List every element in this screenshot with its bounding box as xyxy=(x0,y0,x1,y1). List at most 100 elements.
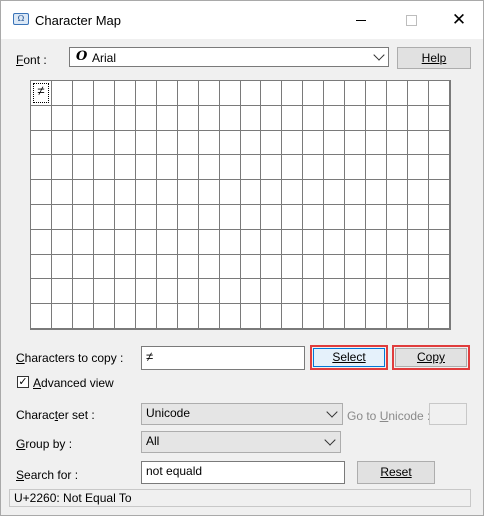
character-cell[interactable] xyxy=(72,130,94,156)
character-cell[interactable] xyxy=(261,180,283,205)
character-cell[interactable] xyxy=(219,254,241,280)
character-cell[interactable] xyxy=(345,304,367,329)
character-cell[interactable] xyxy=(303,204,325,230)
character-cell[interactable] xyxy=(114,130,136,156)
character-cell[interactable] xyxy=(429,254,450,280)
character-cell[interactable] xyxy=(345,229,367,255)
character-cell[interactable] xyxy=(324,180,346,205)
character-cell[interactable] xyxy=(93,130,115,156)
character-cell[interactable] xyxy=(135,180,157,205)
character-cell[interactable] xyxy=(198,254,220,280)
character-cell[interactable] xyxy=(156,254,178,280)
character-cell[interactable] xyxy=(198,105,220,131)
character-cell[interactable] xyxy=(135,279,157,305)
character-cell[interactable] xyxy=(240,105,262,131)
character-cell[interactable] xyxy=(345,130,367,156)
character-cell[interactable] xyxy=(177,105,199,131)
character-cell[interactable] xyxy=(303,304,325,329)
character-cell[interactable] xyxy=(156,81,178,106)
character-cell[interactable] xyxy=(72,304,94,329)
character-cell[interactable] xyxy=(324,204,346,230)
character-cell[interactable] xyxy=(303,229,325,255)
character-cell[interactable] xyxy=(282,105,304,131)
character-cell[interactable] xyxy=(51,105,73,131)
character-cell[interactable] xyxy=(114,180,136,205)
character-cell[interactable] xyxy=(240,130,262,156)
maximize-icon[interactable] xyxy=(401,11,421,29)
character-cell[interactable] xyxy=(366,105,388,131)
character-cell[interactable] xyxy=(135,304,157,329)
character-cell[interactable] xyxy=(366,130,388,156)
character-cell[interactable] xyxy=(72,180,94,205)
character-cell[interactable] xyxy=(51,130,73,156)
character-cell[interactable] xyxy=(261,304,283,329)
character-cell[interactable] xyxy=(282,304,304,329)
character-cell[interactable] xyxy=(31,304,52,329)
character-cell[interactable] xyxy=(93,180,115,205)
character-cell[interactable] xyxy=(114,304,136,329)
character-cell[interactable] xyxy=(240,229,262,255)
character-cell[interactable] xyxy=(198,180,220,205)
character-cell[interactable] xyxy=(219,105,241,131)
character-cell[interactable] xyxy=(387,130,409,156)
character-cell[interactable] xyxy=(366,279,388,305)
go-to-unicode-input[interactable] xyxy=(429,403,467,425)
character-cell[interactable] xyxy=(387,180,409,205)
character-cell[interactable] xyxy=(114,105,136,131)
character-cell[interactable] xyxy=(31,279,52,305)
character-cell[interactable] xyxy=(177,130,199,156)
character-cell[interactable] xyxy=(408,279,430,305)
character-cell[interactable] xyxy=(51,229,73,255)
character-set-dropdown[interactable]: Unicode xyxy=(141,403,343,425)
select-button[interactable]: Select xyxy=(313,348,385,367)
character-cell[interactable] xyxy=(198,155,220,181)
character-cell[interactable] xyxy=(324,279,346,305)
minimize-icon[interactable] xyxy=(351,11,371,29)
character-cell[interactable] xyxy=(72,229,94,255)
character-cell[interactable] xyxy=(387,279,409,305)
character-cell[interactable] xyxy=(31,105,52,131)
character-cell[interactable] xyxy=(51,204,73,230)
character-cell[interactable] xyxy=(282,180,304,205)
character-cell[interactable] xyxy=(240,254,262,280)
character-cell[interactable] xyxy=(387,155,409,181)
character-cell[interactable] xyxy=(387,254,409,280)
character-cell[interactable] xyxy=(429,180,450,205)
character-cell[interactable] xyxy=(93,279,115,305)
character-cell[interactable] xyxy=(345,105,367,131)
character-cell[interactable] xyxy=(408,204,430,230)
character-cell[interactable] xyxy=(282,229,304,255)
character-cell[interactable] xyxy=(240,81,262,106)
character-cell[interactable] xyxy=(429,155,450,181)
character-cell[interactable] xyxy=(51,254,73,280)
character-cell[interactable] xyxy=(31,254,52,280)
character-cell[interactable] xyxy=(261,279,283,305)
character-cell[interactable] xyxy=(408,130,430,156)
character-cell[interactable] xyxy=(303,279,325,305)
search-input[interactable]: not equald xyxy=(141,461,345,484)
character-cell[interactable] xyxy=(51,279,73,305)
character-cell[interactable] xyxy=(31,155,52,181)
advanced-view-checkbox[interactable]: ✓ xyxy=(17,376,29,388)
character-cell[interactable] xyxy=(156,279,178,305)
character-cell[interactable] xyxy=(282,279,304,305)
character-cell[interactable] xyxy=(366,229,388,255)
character-cell[interactable] xyxy=(198,204,220,230)
character-cell[interactable] xyxy=(387,229,409,255)
character-cell[interactable] xyxy=(345,254,367,280)
character-cell[interactable] xyxy=(156,204,178,230)
character-cell[interactable] xyxy=(135,204,157,230)
character-cell[interactable] xyxy=(156,180,178,205)
character-cell[interactable] xyxy=(156,130,178,156)
character-cell[interactable] xyxy=(303,155,325,181)
close-icon[interactable]: ✕ xyxy=(449,11,469,29)
character-cell[interactable] xyxy=(114,204,136,230)
character-cell[interactable] xyxy=(261,254,283,280)
character-cell[interactable] xyxy=(345,155,367,181)
character-cell[interactable] xyxy=(93,204,115,230)
character-cell[interactable] xyxy=(240,155,262,181)
character-cell[interactable] xyxy=(31,204,52,230)
font-dropdown[interactable]: O Arial xyxy=(69,47,389,67)
character-cell[interactable] xyxy=(219,130,241,156)
character-cell[interactable] xyxy=(429,130,450,156)
